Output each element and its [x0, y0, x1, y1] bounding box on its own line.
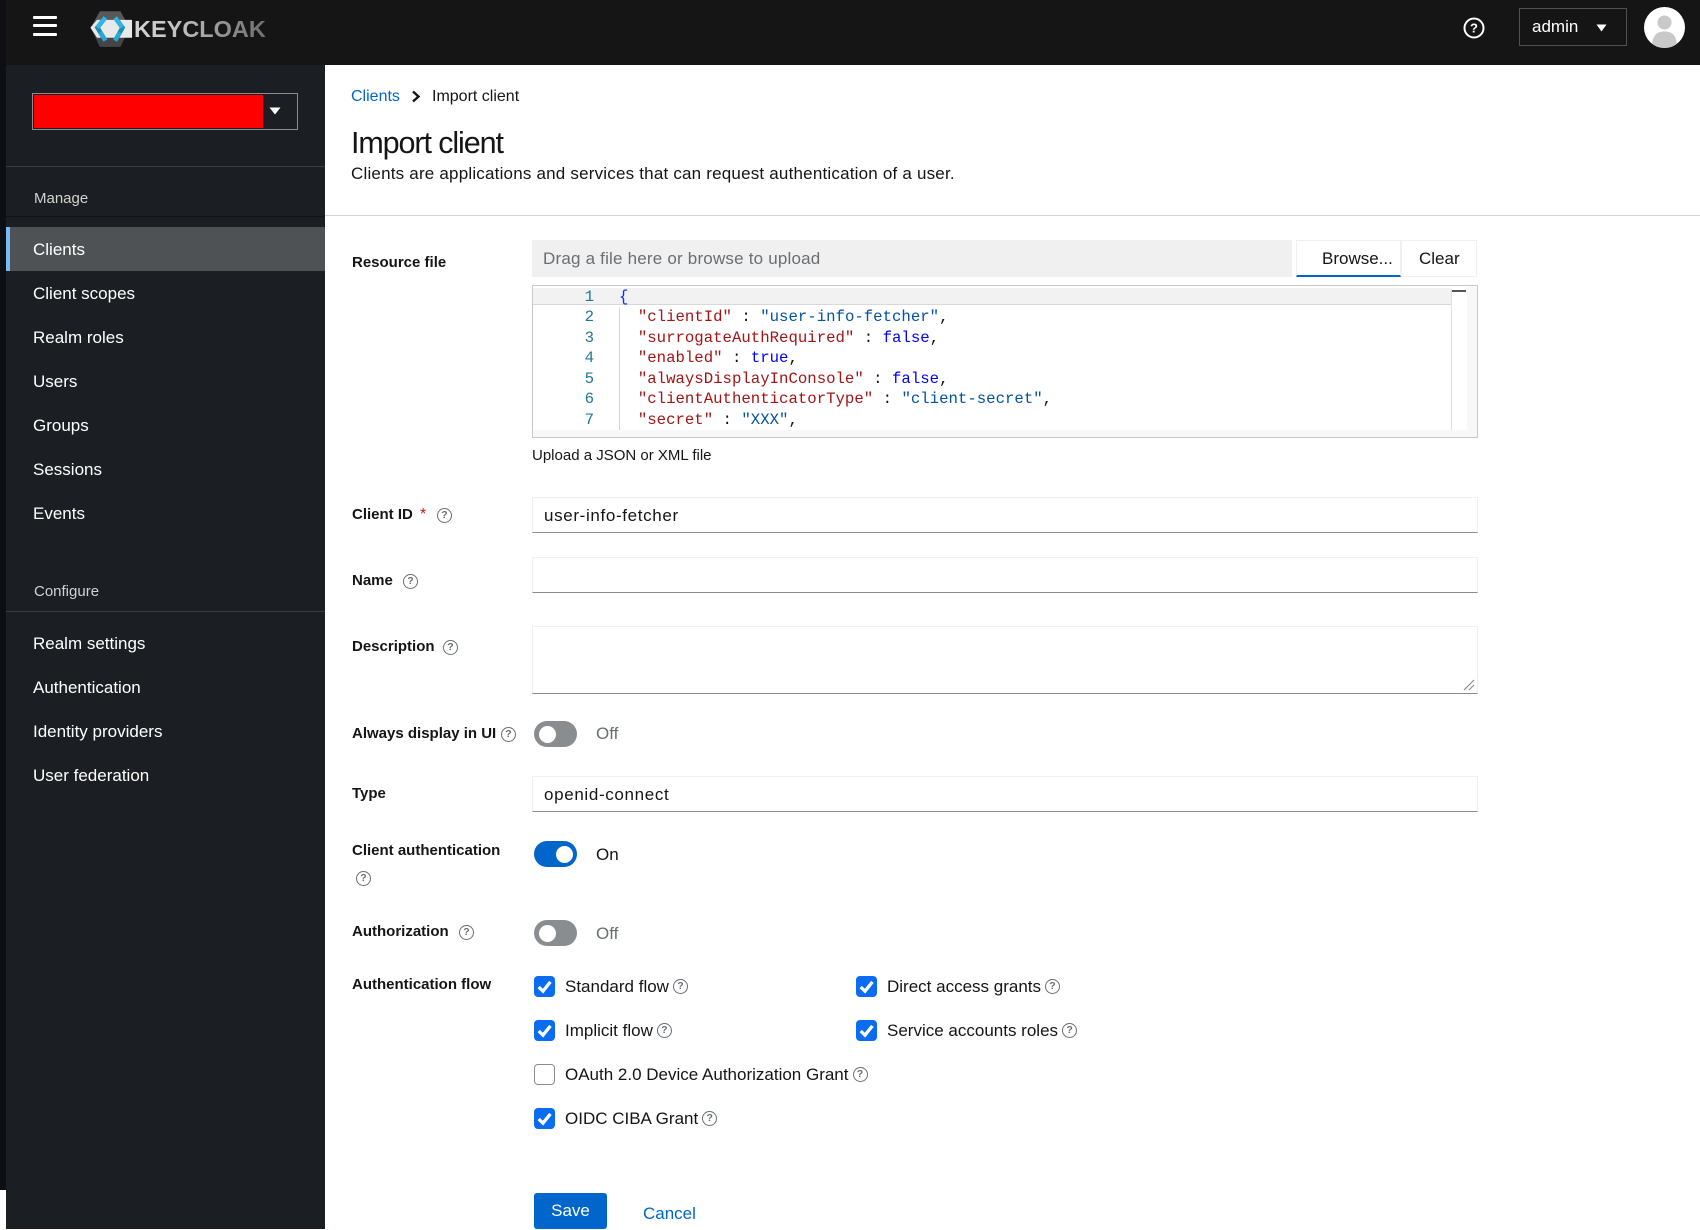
svg-text:?: ?	[1470, 21, 1478, 36]
